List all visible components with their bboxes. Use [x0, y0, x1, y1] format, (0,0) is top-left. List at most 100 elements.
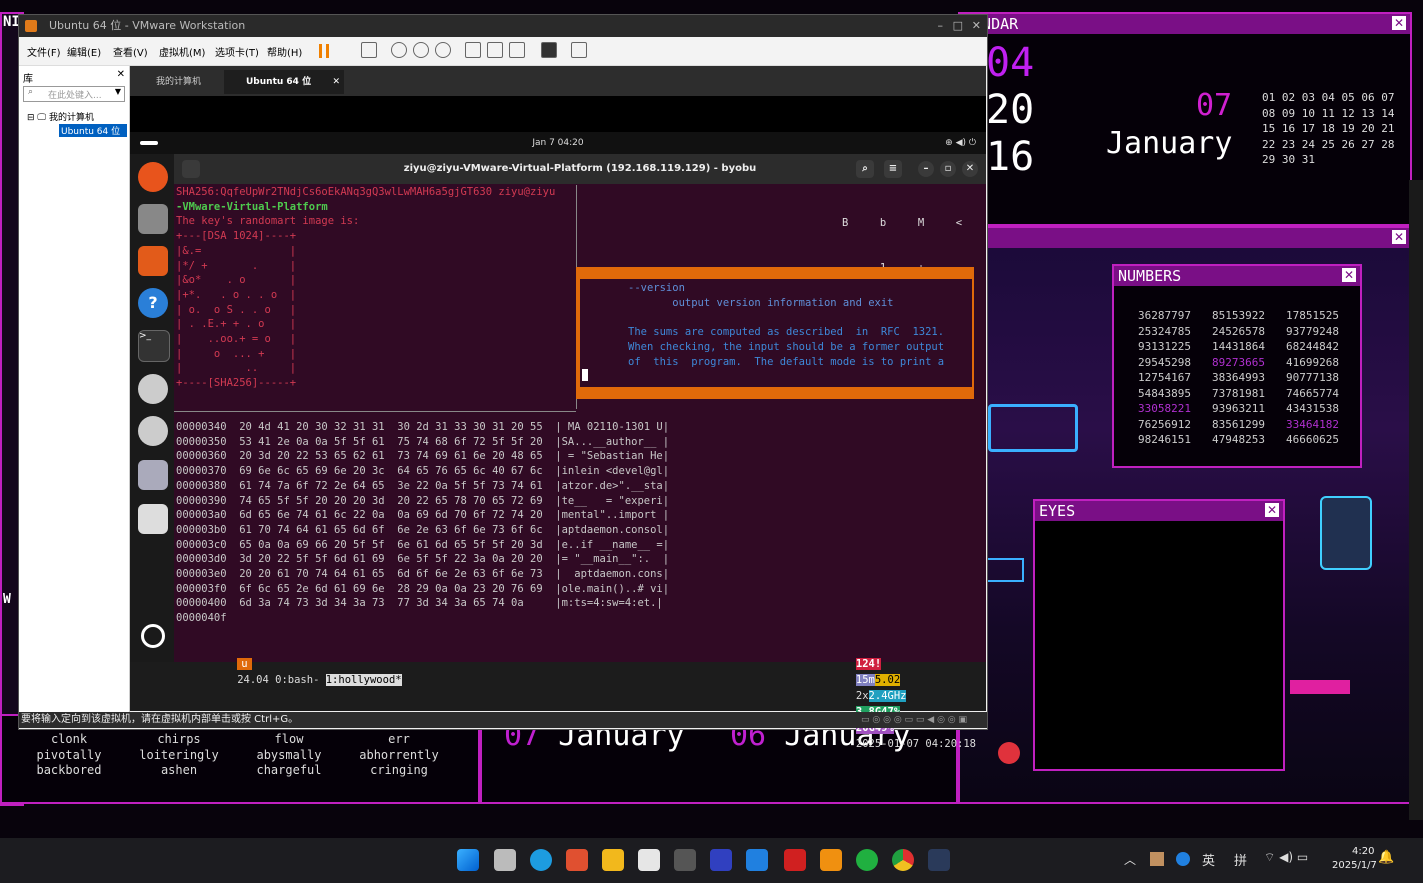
- tray-chevron-icon[interactable]: ︿: [1124, 851, 1136, 868]
- eyes-close-icon[interactable]: ✕: [1265, 503, 1279, 517]
- gnome-clock[interactable]: Jan 7 04:20: [532, 138, 583, 148]
- app-icon-8[interactable]: [710, 849, 732, 871]
- numbers-row: 76256912 83561299 33464182: [1138, 417, 1360, 433]
- hexdump-line: 000003a0 6d 65 6e 74 61 6c 22 0a 0a 69 6…: [176, 509, 670, 522]
- status-window[interactable]: 1:hollywood*: [325, 674, 402, 686]
- app-icon-14[interactable]: [928, 849, 950, 871]
- menu-edit[interactable]: 编辑(E): [67, 44, 101, 59]
- terminal-line: |+*. . o . . o |: [176, 288, 297, 301]
- menu-file[interactable]: 文件(F): [27, 44, 61, 59]
- word-cell: chargeful: [256, 763, 322, 777]
- wallpaper-close-icon[interactable]: ✕: [1392, 230, 1406, 244]
- number-cell: 68244842: [1286, 340, 1339, 353]
- status-updates: 124!: [855, 658, 882, 670]
- vmware-titlebar[interactable]: Ubuntu 64 位 - VMware Workstation – □ ✕: [19, 15, 987, 37]
- status-text: 要将输入定向到该虚拟机，请在虚拟机内部单击或按 Ctrl+G。: [21, 714, 299, 725]
- tree-root[interactable]: ⊟ 🖵 我的计算机: [27, 110, 94, 123]
- task-view-icon[interactable]: [494, 849, 516, 871]
- trash-icon[interactable]: [138, 504, 168, 534]
- chrome-icon[interactable]: [892, 849, 914, 871]
- app-center-icon[interactable]: [138, 246, 168, 276]
- app-icon-9[interactable]: [746, 849, 768, 871]
- menu-vm[interactable]: 虚拟机(M): [159, 44, 205, 59]
- system-tray-icons[interactable]: ⊕ ◀) ⏻: [945, 132, 976, 154]
- numbers-row: 98246151 47948253 46660625: [1138, 432, 1360, 448]
- terminal-minimize-icon[interactable]: –: [918, 161, 934, 177]
- numbers-title: NUMBERS: [1114, 266, 1360, 286]
- help-icon[interactable]: ?: [138, 288, 168, 318]
- fullscreen-icon[interactable]: [509, 42, 525, 58]
- tab-close-icon[interactable]: ✕: [332, 70, 340, 94]
- numbers-close-icon[interactable]: ✕: [1342, 268, 1356, 282]
- vm-content[interactable]: 我的计算机 ✕ Ubuntu 64 位 ✕ Jan 7 04:20 ⊕ ◀) ⏻…: [130, 66, 986, 750]
- hexdump-line: 00000400 6d 3a 74 73 3d 34 3a 73 77 3d 3…: [176, 597, 663, 610]
- numbers-grid: 36287797 85153922 17851525 25324785 24526578…: [1138, 308, 1360, 448]
- terminal-menu-icon[interactable]: ≡: [884, 160, 902, 178]
- edge-icon[interactable]: [530, 849, 552, 871]
- terminal-window[interactable]: ziyu@ziyu-VMware-Virtual-Platform (192.1…: [174, 154, 986, 750]
- device-icons[interactable]: ▭ ◎ ◎ ◎ ▭ ▭ ◀ ◎ ◎ ▣: [861, 712, 967, 728]
- app-icon-7[interactable]: [674, 849, 696, 871]
- tree-child-ubuntu[interactable]: Ubuntu 64 位: [59, 124, 127, 137]
- ime-lang[interactable]: 英: [1202, 850, 1215, 869]
- word-cell: abhorrently: [359, 747, 439, 762]
- disc-icon-2[interactable]: [138, 416, 168, 446]
- vmware-taskbar-icon[interactable]: [820, 849, 842, 871]
- new-tab-icon[interactable]: [182, 160, 200, 178]
- terminal-maximize-icon[interactable]: ▫: [940, 161, 956, 177]
- firefox-icon[interactable]: [138, 162, 168, 192]
- ime-mode[interactable]: 拼: [1234, 850, 1247, 869]
- wps-icon[interactable]: [784, 849, 806, 871]
- notification-icon[interactable]: 🔔: [1378, 850, 1394, 865]
- vmware-window[interactable]: Ubuntu 64 位 - VMware Workstation – □ ✕ 文…: [18, 14, 988, 750]
- terminal-close-icon[interactable]: ✕: [962, 161, 978, 177]
- pause-icon[interactable]: [319, 44, 329, 58]
- network-icon[interactable]: ⌔ ◀) ▭: [1264, 850, 1308, 865]
- vmware-menubar: 文件(F) 编辑(E) 查看(V) 虚拟机(M) 选项卡(T) 帮助(H): [19, 37, 987, 66]
- activities-indicator[interactable]: [140, 141, 158, 145]
- number-cell: 93779248: [1286, 324, 1339, 338]
- terminal-icon[interactable]: >_: [138, 330, 170, 362]
- big-number-3: 16: [986, 134, 1035, 180]
- terminal-headerbar[interactable]: ziyu@ziyu-VMware-Virtual-Platform (192.1…: [174, 154, 986, 184]
- numbers-row: 25324785 24526578 93779248: [1138, 324, 1360, 340]
- minimize-icon[interactable]: –: [938, 15, 944, 37]
- send-keys-icon[interactable]: [361, 42, 377, 58]
- library-close-icon[interactable]: ✕: [117, 69, 125, 80]
- tray-app-icon-2[interactable]: [1176, 852, 1190, 866]
- taskbar-date[interactable]: 2025/1/7: [1332, 860, 1377, 871]
- revert-icon[interactable]: [413, 42, 429, 58]
- menu-help[interactable]: 帮助(H): [267, 44, 302, 59]
- sidebar-toggle-icon[interactable]: [465, 42, 481, 58]
- thumbnail-icon[interactable]: [487, 42, 503, 58]
- app-icon-4[interactable]: [566, 849, 588, 871]
- tab-ubuntu[interactable]: Ubuntu 64 位 ✕: [224, 70, 344, 94]
- start-icon[interactable]: [457, 849, 479, 871]
- store-icon[interactable]: [638, 849, 660, 871]
- menu-tabs[interactable]: 选项卡(T): [215, 44, 259, 59]
- menu-view[interactable]: 查看(V): [113, 44, 148, 59]
- taskbar-time[interactable]: 4:20: [1352, 846, 1374, 857]
- ubuntu-desktop[interactable]: Jan 7 04:20 ⊕ ◀) ⏻ ? >_ ziyu@ziyu-VMware…: [130, 132, 986, 750]
- close-icon[interactable]: ✕: [972, 15, 981, 37]
- show-apps-icon[interactable]: [141, 624, 165, 648]
- number-cell: 43431538: [1286, 402, 1339, 415]
- terminal-line: | ..oo.+ = o |: [176, 333, 297, 345]
- ai-icon[interactable]: [998, 742, 1020, 764]
- disc-icon-1[interactable]: [138, 374, 168, 404]
- maximize-icon[interactable]: □: [953, 15, 963, 37]
- wechat-icon[interactable]: [856, 849, 878, 871]
- manage-snapshots-icon[interactable]: [435, 42, 451, 58]
- man-line: of this program. The default mode is to …: [628, 355, 945, 368]
- library-search[interactable]: ⌕ 在此处键入... ▼: [23, 86, 125, 102]
- explorer-icon[interactable]: [602, 849, 624, 871]
- console-icon[interactable]: [541, 42, 557, 58]
- snapshot-icon[interactable]: [391, 42, 407, 58]
- terminal-search-icon[interactable]: ⌕: [856, 160, 874, 178]
- calendar-close-icon[interactable]: ✕: [1392, 16, 1406, 30]
- search-dropdown-icon[interactable]: ▼: [115, 87, 121, 96]
- tray-app-icon-1[interactable]: [1150, 852, 1164, 866]
- floppy-icon[interactable]: [138, 460, 168, 490]
- stretch-icon[interactable]: [571, 42, 587, 58]
- files-icon[interactable]: [138, 204, 168, 234]
